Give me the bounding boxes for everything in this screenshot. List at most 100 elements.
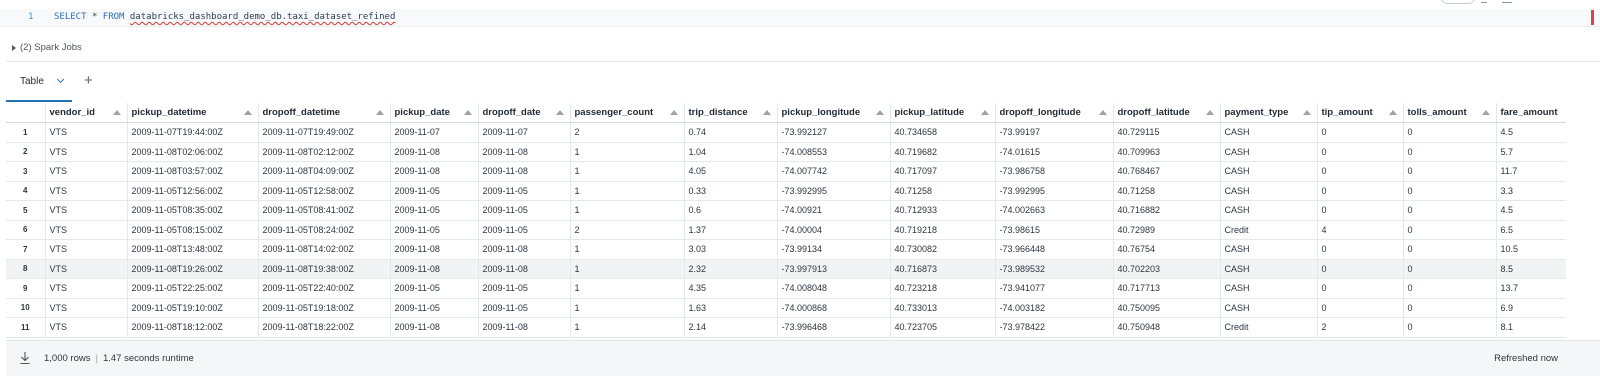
column-header[interactable]: pickup_longitude (777, 103, 891, 123)
table-row[interactable]: 7 VTS 2009-11-08T13:48:00Z 2009-11-08T14:02… (6, 239, 1566, 260)
table-cell: 0 (1317, 181, 1404, 201)
sql-query[interactable]: SELECT * FROM databricks_dashboard_demo_… (54, 12, 395, 22)
table-cell: 4.5 (1496, 122, 1566, 143)
column-header-label: passenger_count (574, 107, 654, 118)
column-header[interactable]: payment_type (1220, 103, 1318, 123)
table-cell: 1 (570, 181, 685, 201)
table-cell: 2009-11-05T22:40:00Z (258, 278, 391, 299)
sort-icon[interactable] (875, 110, 884, 115)
sort-icon[interactable] (980, 110, 989, 115)
table-cell: VTS (45, 317, 128, 338)
results-tabbar: Table + (6, 62, 1600, 102)
plus-icon[interactable]: + (84, 73, 93, 88)
sort-icon[interactable] (463, 110, 472, 115)
column-header[interactable]: dropoff_longitude (995, 103, 1114, 123)
column-header[interactable]: pickup_datetime (127, 103, 259, 123)
table-cell: 1 (570, 259, 685, 279)
sort-icon[interactable] (375, 110, 384, 115)
select-star: * (91, 12, 98, 22)
table-cell: 2009-11-05 (478, 298, 571, 318)
table-cell: 2009-11-07 (390, 122, 479, 143)
column-header[interactable]: tip_amount (1317, 103, 1404, 123)
table-cell: VTS (45, 200, 128, 221)
table-cell: 2009-11-05T12:56:00Z (127, 181, 259, 201)
table-cell: 0 (1403, 142, 1497, 162)
table-name: databricks_dashboard_demo_db.taxi_datase… (129, 12, 396, 22)
sort-icon[interactable] (1302, 110, 1311, 115)
table-cell: 3.3 (1496, 181, 1566, 201)
table-cell: 0 (1317, 122, 1404, 143)
table-row[interactable]: 1 VTS 2009-11-07T19:44:00Z 2009-11-07T19:49… (6, 122, 1566, 143)
results-panel: Table + vendor_id pickup_datetime dropof… (6, 61, 1600, 387)
column-header[interactable]: pickup_latitude (890, 103, 996, 123)
table-cell: VTS (45, 278, 128, 299)
sort-icon[interactable] (1481, 110, 1490, 115)
table-cell: -74.00004 (777, 220, 891, 240)
table-row[interactable]: 6 VTS 2009-11-05T08:15:00Z 2009-11-05T08:24… (6, 220, 1566, 240)
sort-icon[interactable] (243, 110, 252, 115)
column-header[interactable]: passenger_count (570, 103, 685, 123)
table-row[interactable]: 10 VTS 2009-11-05T19:10:00Z 2009-11-05T19:1… (6, 298, 1566, 318)
table-cell: 2009-11-08 (390, 259, 479, 279)
column-header[interactable]: dropoff_datetime (258, 103, 391, 123)
row-index: 9 (6, 278, 46, 299)
table-cell: 2009-11-08 (478, 142, 571, 162)
sort-icon[interactable] (762, 110, 771, 115)
column-header[interactable]: trip_distance (684, 103, 778, 123)
tab-table[interactable]: Table (6, 62, 72, 102)
table-cell: 40.71258 (890, 181, 996, 201)
table-cell: CASH (1220, 181, 1318, 201)
row-index-header (6, 103, 46, 123)
sort-icon[interactable] (1098, 110, 1107, 115)
sort-icon[interactable] (555, 110, 564, 115)
sort-icon[interactable] (1388, 110, 1397, 115)
table-row[interactable]: 3 VTS 2009-11-08T03:57:00Z 2009-11-08T04:09… (6, 161, 1566, 182)
column-header[interactable]: tolls_amount (1403, 103, 1497, 123)
table-cell: 4 (1317, 220, 1404, 240)
table-cell: 6.5 (1496, 220, 1566, 240)
results-table[interactable]: vendor_id pickup_datetime dropoff_datetime… (6, 103, 1566, 340)
column-header[interactable]: fare_amount (1496, 103, 1566, 123)
table-row[interactable]: 5 VTS 2009-11-05T08:35:00Z 2009-11-05T08:41… (6, 200, 1566, 221)
row-index: 10 (6, 298, 46, 318)
column-header-label: pickup_longitude (781, 107, 861, 118)
cell-toolbar-chip[interactable] (1440, 0, 1476, 4)
table-row[interactable]: 4 VTS 2009-11-05T12:56:00Z 2009-11-05T12:58… (6, 181, 1566, 201)
table-cell: 2009-11-05T08:35:00Z (127, 200, 259, 221)
column-header[interactable]: pickup_date (390, 103, 479, 123)
table-cell: CASH (1220, 278, 1318, 299)
table-row[interactable]: 2 VTS 2009-11-08T02:06:00Z 2009-11-08T02:12… (6, 142, 1566, 162)
sort-icon[interactable] (112, 110, 121, 115)
table-cell: 40.719682 (890, 142, 996, 162)
table-cell: 2009-11-05 (390, 278, 479, 299)
column-header-label: pickup_datetime (131, 107, 207, 118)
table-cell: 40.716873 (890, 259, 996, 279)
column-header-label: vendor_id (49, 107, 95, 118)
column-header[interactable]: dropoff_latitude (1113, 103, 1221, 123)
sort-icon[interactable] (669, 110, 678, 115)
table-row[interactable]: 9 VTS 2009-11-05T22:25:00Z 2009-11-05T22:40… (6, 278, 1566, 299)
table-cell: 1 (570, 161, 685, 182)
table-cell: 2009-11-08T19:26:00Z (127, 259, 259, 279)
table-cell: 2009-11-08T13:48:00Z (127, 239, 259, 260)
table-row[interactable]: 11 VTS 2009-11-08T18:12:00Z 2009-11-08T18:2… (6, 317, 1566, 338)
table-cell: VTS (45, 239, 128, 260)
table-cell: 40.730082 (890, 239, 996, 260)
table-cell: 2009-11-05 (390, 181, 479, 201)
chevron-down-icon[interactable] (56, 75, 64, 84)
table-cell: 2009-11-07T19:49:00Z (258, 122, 391, 143)
cell-toolbar-menu[interactable] (1481, 0, 1487, 3)
table-cell: 1 (570, 317, 685, 338)
download-icon[interactable] (20, 352, 30, 364)
keyword-from: FROM (102, 12, 125, 22)
table-cell: -73.992995 (777, 181, 891, 201)
column-header[interactable]: vendor_id (45, 103, 128, 123)
table-cell: 2009-11-08 (478, 239, 571, 260)
table-row[interactable]: 8 VTS 2009-11-08T19:26:00Z 2009-11-08T19:38… (6, 259, 1566, 279)
spark-jobs-toggle[interactable]: (2) Spark Jobs (12, 42, 82, 53)
table-cell: 0 (1317, 239, 1404, 260)
cell-toolbar-minimize[interactable] (1502, 0, 1512, 3)
sort-icon[interactable] (1205, 110, 1214, 115)
sql-editor[interactable]: 1 SELECT * FROM databricks_dashboard_dem… (0, 9, 1600, 27)
column-header[interactable]: dropoff_date (478, 103, 571, 123)
